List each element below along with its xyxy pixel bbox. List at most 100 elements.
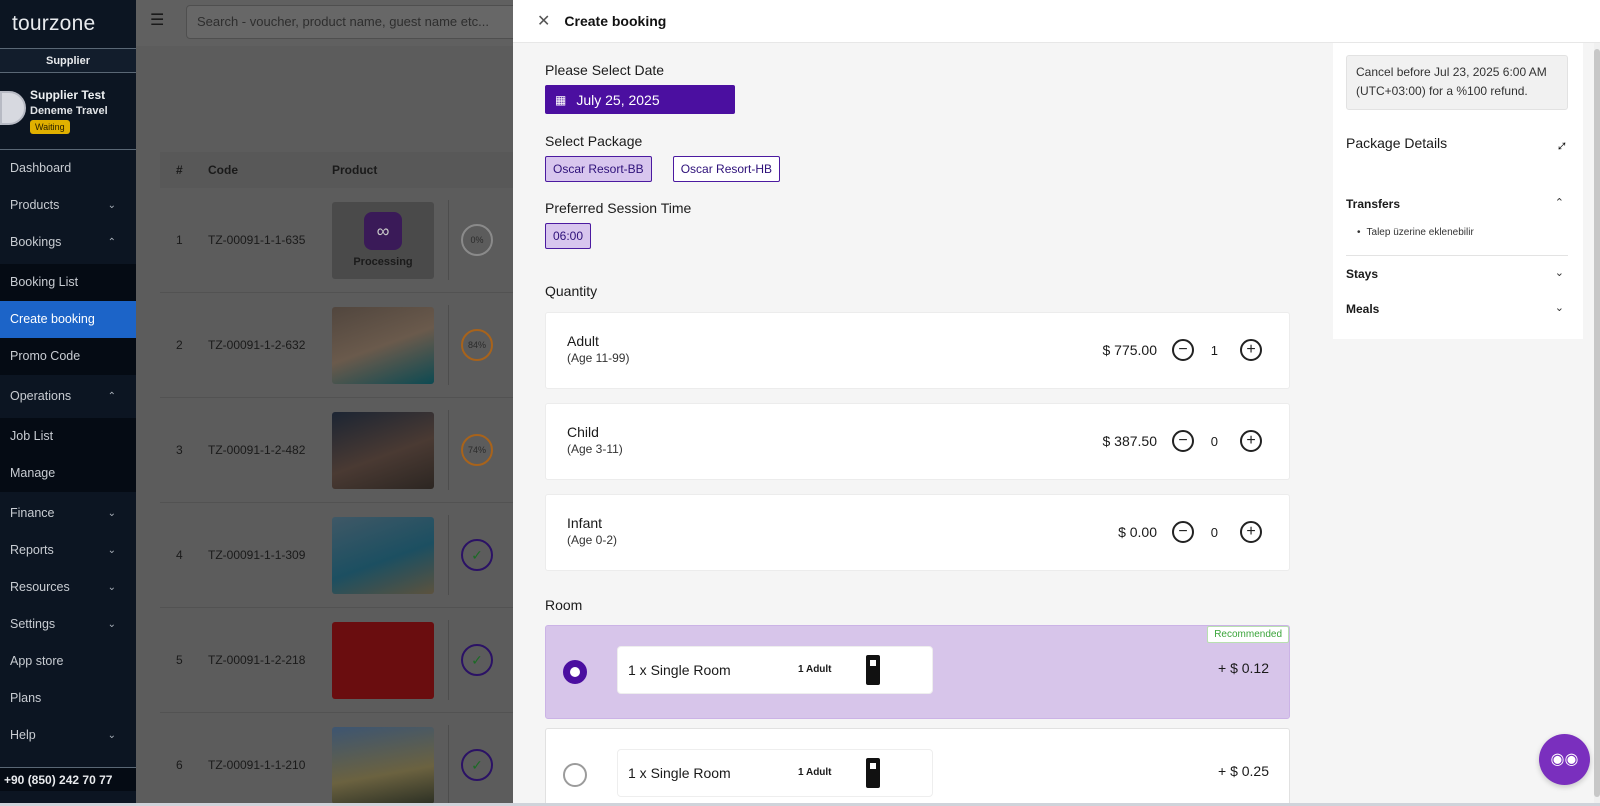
sidebar-item-booking-list[interactable]: Booking List (0, 264, 136, 301)
pax-count: 0 (1210, 525, 1218, 540)
pax-type: Infant (567, 515, 603, 531)
room-details: 1 x Single Room 1 Adult (617, 646, 933, 694)
table-row[interactable]: 1 TZ-00091-1-1-635 ∞ Processing 0% (160, 188, 520, 293)
sidebar-item-help[interactable]: Help ⌄ (0, 717, 136, 754)
chevron-down-icon: ⌄ (107, 582, 116, 593)
booking-code[interactable]: TZ-00091-1-2-218 (208, 653, 332, 667)
sidebar-item-resources[interactable]: Resources ⌄ (0, 569, 136, 606)
room-radio[interactable] (563, 763, 587, 787)
divider (448, 515, 449, 595)
room-price: + $ 0.25 (1218, 763, 1269, 779)
support-phone[interactable]: +90 (850) 242 70 77 (0, 767, 136, 791)
decrement-button[interactable]: − (1172, 339, 1194, 361)
sidebar: tourzone Supplier Supplier Test Deneme T… (0, 0, 136, 806)
user-name: Supplier Test (30, 88, 106, 102)
chevron-down-icon: ⌄ (1554, 302, 1564, 314)
sidebar-item-label: Operations (10, 389, 72, 403)
accordion-transfers[interactable]: Transfers ⌃ (1346, 197, 1568, 211)
sidebar-item-label: Products (10, 198, 60, 212)
app-logo[interactable]: tourzone (0, 0, 136, 49)
room-radio[interactable] (563, 660, 587, 684)
sidebar-item-finance[interactable]: Finance ⌄ (0, 495, 136, 532)
sidebar-item-operations[interactable]: Operations ⌃ (0, 378, 136, 415)
quantity-row-infant: Infant (Age 0-2) $ 0.00 − 0 + (545, 494, 1290, 571)
pax-count: 1 (1210, 343, 1218, 358)
increment-button[interactable]: + (1240, 339, 1262, 361)
table-row[interactable]: 6 TZ-00091-1-1-210 ✓ (160, 713, 520, 806)
sidebar-item-create-booking[interactable]: Create booking (0, 301, 136, 338)
search-input[interactable]: Search - voucher, product name, guest na… (186, 5, 526, 39)
decrement-button[interactable]: − (1172, 521, 1194, 543)
sidebar-item-dashboard[interactable]: Dashboard (0, 150, 136, 187)
sidebar-item-bookings[interactable]: Bookings ⌃ (0, 224, 136, 261)
room-option[interactable]: 1 x Single Room 1 Adult + $ 0.25 (545, 728, 1290, 806)
booking-form: Please Select Date ▦ July 25, 2025 Selec… (545, 43, 1290, 806)
scrollbar[interactable] (1594, 43, 1600, 803)
divider (448, 410, 449, 490)
pax-type: Adult (567, 333, 599, 349)
date-picker-button[interactable]: ▦ July 25, 2025 (545, 85, 735, 114)
product-thumbnail: ∞ Processing (332, 201, 434, 279)
increment-button[interactable]: + (1240, 521, 1262, 543)
column-header-num[interactable]: # (160, 163, 208, 177)
chevron-up-icon: ⌃ (1554, 197, 1564, 209)
sidebar-item-promo-code[interactable]: Promo Code (0, 338, 136, 375)
table-header: # Code Product (160, 152, 520, 188)
booking-code[interactable]: TZ-00091-1-1-309 (208, 548, 332, 562)
pax-price: $ 387.50 (1102, 433, 1158, 449)
product-thumbnail (332, 621, 434, 699)
pax-age-range: (Age 0-2) (567, 533, 618, 547)
chevron-down-icon: ⌄ (107, 730, 116, 741)
divider (448, 620, 449, 700)
divider (448, 305, 449, 385)
package-option-hb[interactable]: Oscar Resort-HB (672, 156, 781, 182)
sidebar-item-plans[interactable]: Plans (0, 680, 136, 717)
accordion-stays[interactable]: Stays ⌄ (1346, 267, 1568, 281)
booking-code[interactable]: TZ-00091-1-1-210 (208, 758, 332, 772)
sidebar-item-reports[interactable]: Reports ⌄ (0, 532, 136, 569)
booking-code[interactable]: TZ-00091-1-2-482 (208, 443, 332, 457)
table-row[interactable]: 5 TZ-00091-1-2-218 ✓ (160, 608, 520, 713)
pax-age-range: (Age 11-99) (567, 351, 630, 365)
room-option[interactable]: Recommended 1 x Single Room 1 Adult + $ … (545, 625, 1290, 719)
sidebar-item-products[interactable]: Products ⌄ (0, 187, 136, 224)
package-option-bb[interactable]: Oscar Resort-BB (545, 156, 652, 182)
column-header-code[interactable]: Code (208, 163, 332, 177)
sidebar-item-app-store[interactable]: App store (0, 643, 136, 680)
booking-code[interactable]: TZ-00091-1-2-632 (208, 338, 332, 352)
sidebar-item-manage[interactable]: Manage (0, 455, 136, 492)
sidebar-item-label: Booking List (10, 275, 79, 289)
pax-price: $ 0.00 (1118, 524, 1157, 540)
booking-code[interactable]: TZ-00091-1-1-635 (208, 233, 332, 247)
table-row[interactable]: 3 TZ-00091-1-2-482 74% (160, 398, 520, 503)
accordion-meals[interactable]: Meals ⌄ (1346, 302, 1568, 316)
progress-ring: 84% (461, 329, 493, 361)
increment-button[interactable]: + (1240, 430, 1262, 452)
decrement-button[interactable]: − (1172, 430, 1194, 452)
check-icon: ✓ (461, 749, 493, 781)
chevron-down-icon: ⌄ (1554, 267, 1564, 279)
user-card[interactable]: Supplier Test Deneme Travel Waiting (0, 73, 136, 150)
room-name: 1 x Single Room (628, 765, 731, 781)
session-label: Preferred Session Time (545, 200, 692, 216)
menu-toggle-icon[interactable]: ☰ (150, 10, 164, 30)
pax-count: 0 (1210, 434, 1218, 449)
sidebar-item-label: Manage (10, 466, 56, 480)
sidebar-item-label: Help (10, 728, 36, 742)
transfers-item: Talep üzerine eklenebilir (1357, 227, 1474, 238)
role-label: Supplier (0, 49, 136, 73)
sidebar-item-job-list[interactable]: Job List (0, 418, 136, 455)
expand-icon[interactable]: ↔ (1549, 133, 1573, 157)
check-icon: ✓ (461, 644, 493, 676)
row-number: 2 (176, 338, 183, 352)
close-icon[interactable]: ✕ (537, 11, 550, 31)
session-option[interactable]: 06:00 (545, 223, 592, 249)
sidebar-item-settings[interactable]: Settings ⌄ (0, 606, 136, 643)
quantity-row-adult: Adult (Age 11-99) $ 775.00 − 1 + (545, 312, 1290, 389)
table-row[interactable]: 4 TZ-00091-1-1-309 ✓ (160, 503, 520, 608)
chat-assistant-icon[interactable]: ◉◉ (1539, 734, 1590, 785)
package-details-title: Package Details (1346, 135, 1448, 151)
package-sidebar: Cancel before Jul 23, 2025 6:00 AM (UTC+… (1333, 43, 1583, 339)
table-row[interactable]: 2 TZ-00091-1-2-632 84% (160, 293, 520, 398)
scrollbar-thumb[interactable] (1594, 49, 1600, 797)
